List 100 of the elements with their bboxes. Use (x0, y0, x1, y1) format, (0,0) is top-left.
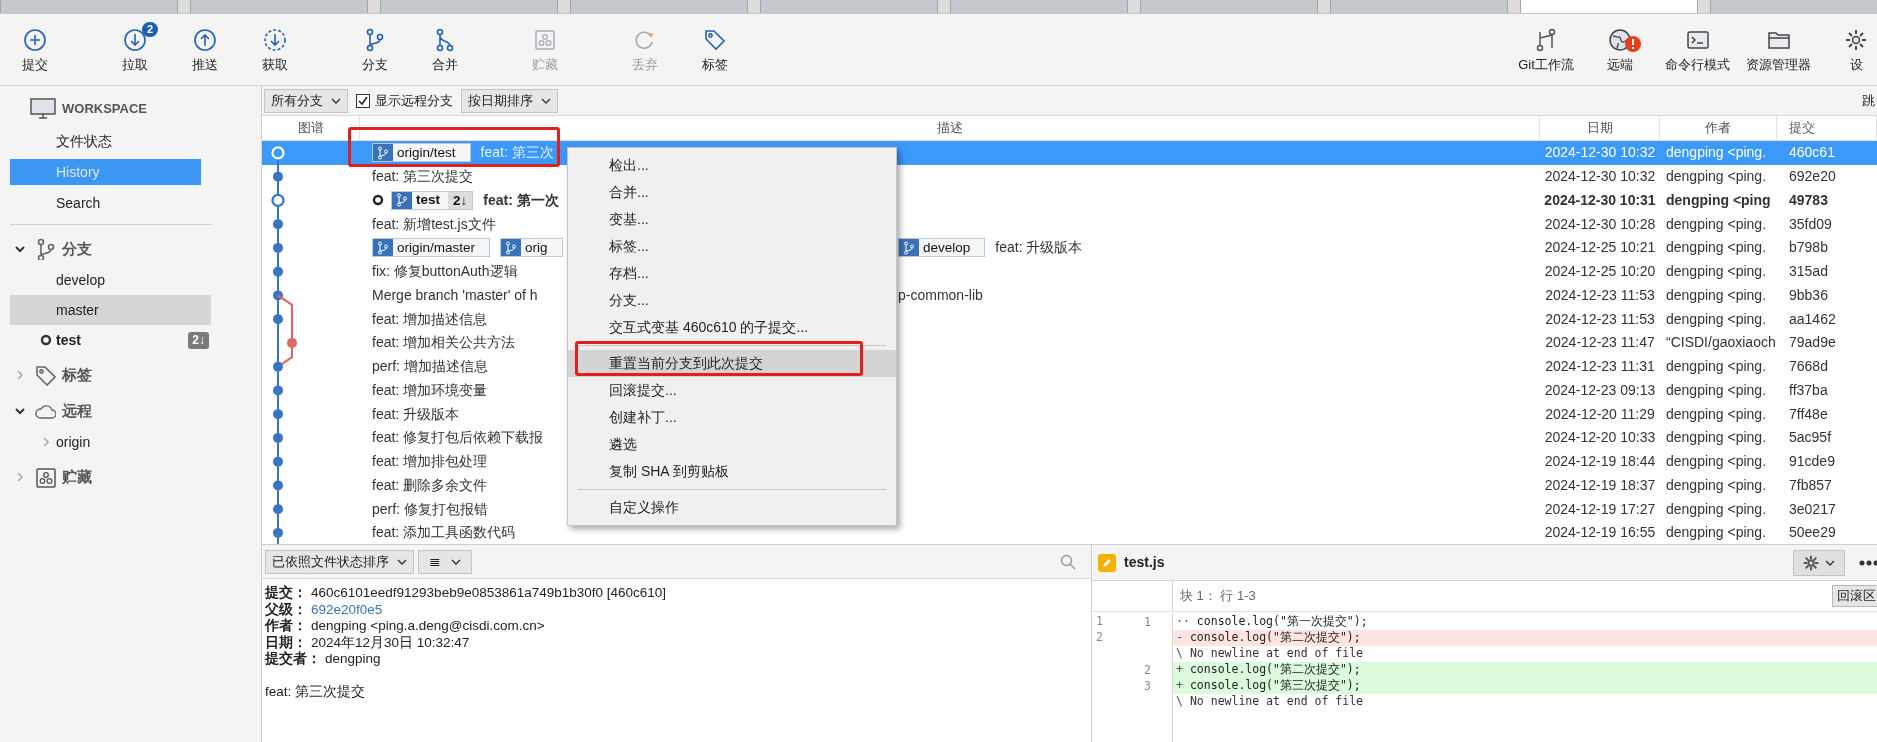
date-cell-text: 2024-12-23 11:53 (1544, 285, 1656, 305)
toolbar-button[interactable]: 合并 (410, 14, 480, 85)
commit-cell-text: 315ad (1788, 262, 1829, 282)
commit-cell-text: 7668d (1788, 357, 1829, 377)
count-badge: 2↓ (448, 191, 473, 209)
sidebar-item[interactable]: origin (10, 427, 211, 457)
pencil-icon (1098, 553, 1116, 572)
sidebar-item[interactable]: develop (10, 265, 211, 295)
window-tab[interactable] (1330, 0, 1508, 13)
toolbar-button[interactable]: 提交 (0, 14, 70, 85)
current-branch-icon (372, 194, 384, 207)
menu-item[interactable]: 存档... (568, 260, 896, 287)
window-tab[interactable] (1710, 0, 1877, 13)
column-header[interactable]: 图谱 (262, 116, 360, 140)
commit-cell-text: 91cde9 (1788, 452, 1836, 472)
sidebar-item[interactable]: test 2↓ (10, 325, 211, 355)
author-cell-text: dengping <ping. (1665, 475, 1768, 495)
author-cell-text: dengping <ping. (1665, 428, 1768, 448)
branch-name: develop (56, 270, 106, 290)
commit-message: feat: 增加描述信息 (372, 309, 488, 329)
menu-item[interactable]: 变基... (568, 206, 896, 233)
file-name: test.js (1124, 553, 1165, 572)
parent-commit-link[interactable]: 692e20f0e5 (311, 601, 383, 618)
menu-item[interactable]: 重置当前分支到此次提交 (568, 350, 896, 377)
author-cell-text: dengping <ping. (1665, 357, 1768, 377)
sidebar-item[interactable]: 文件状态 (10, 128, 201, 154)
toolbar-button[interactable]: Git工作流 (1511, 14, 1581, 85)
commit-message: feat: 升级版本 (372, 404, 460, 424)
caret-icon (1825, 559, 1835, 566)
commit-cell-text: ff37ba (1788, 380, 1829, 400)
line-number: 1 (1130, 614, 1173, 630)
window-tab[interactable] (570, 0, 748, 13)
commit-message: feat: 第三次提交 (265, 683, 367, 700)
menu-item[interactable]: 自定义操作 (568, 494, 896, 521)
toolbar-button[interactable]: 设 (1821, 14, 1877, 85)
remote-branches-checkbox[interactable]: 显示远程分支 (356, 90, 453, 111)
field-value: dengping <ping.a.deng@cisdi.com.cn> (311, 618, 545, 635)
settings-dropdown[interactable] (1793, 549, 1845, 576)
author-cell-text: dengping <ping. (1665, 523, 1768, 543)
menu-item[interactable]: 合并... (568, 179, 896, 206)
field-label: 提交： (265, 585, 307, 602)
branch-icon (392, 191, 412, 209)
commit-message: feat: 删除多余文件 (372, 475, 488, 495)
column-header[interactable]: 作者 (1660, 116, 1777, 140)
window-tab[interactable] (380, 0, 558, 13)
sidebar-item[interactable]: master (10, 295, 211, 325)
branch-tag: test 2↓ (391, 190, 474, 210)
toolbar-button[interactable]: 资源管理器 (1740, 14, 1817, 85)
stash-icon (34, 466, 56, 488)
window-tab[interactable] (950, 0, 1128, 13)
menu-item[interactable]: 复制 SHA 到剪贴板 (568, 458, 896, 485)
menu-item[interactable]: 标签... (568, 233, 896, 260)
date-cell-text: 2024-12-23 11:53 (1544, 309, 1656, 329)
window-tab[interactable] (1140, 0, 1318, 13)
column-header[interactable]: 日期 (1540, 116, 1660, 140)
current-branch-icon (40, 334, 52, 346)
toolbar-button[interactable]: 命令行模式 (1659, 14, 1736, 85)
sort-dropdown[interactable]: 已依照文件状态排序 (265, 549, 414, 574)
toolbar-button[interactable]: 标签 (680, 14, 750, 85)
jump-link[interactable]: 跳 (1862, 90, 1875, 111)
branch-icon (373, 144, 393, 162)
view-dropdown[interactable]: ≣ (418, 549, 472, 574)
window-tab[interactable] (0, 0, 178, 13)
column-header[interactable]: 描述 (360, 116, 1540, 140)
commit-cell-text: 7fb857 (1788, 475, 1833, 495)
branch-dropdown[interactable]: 所有分支 (264, 88, 348, 113)
menu-item[interactable]: 分支... (568, 287, 896, 314)
flow-icon (1534, 28, 1558, 52)
toolbar-button[interactable]: 推送 (170, 14, 240, 85)
caret-icon (331, 97, 341, 104)
commit-cell-text: 3e0217 (1788, 499, 1837, 519)
window-tab[interactable] (760, 0, 938, 13)
search-icon (1060, 553, 1076, 570)
toolbar-button[interactable]: 拉取 2 (100, 14, 170, 85)
terminal-icon (1685, 28, 1710, 52)
toolbar-button[interactable]: 获取 (240, 14, 310, 85)
commit-cell-text: 35fd09 (1788, 214, 1833, 234)
commit-message: perf: 修复打包报错 (372, 499, 488, 519)
menu-item[interactable]: 创建补丁... (568, 404, 896, 431)
column-header[interactable]: 提交 (1777, 116, 1877, 140)
window-tab[interactable] (1520, 0, 1698, 13)
menu-item[interactable]: 回滚提交... (568, 377, 896, 404)
sidebar-item[interactable]: Search (10, 190, 201, 216)
toolbar-button[interactable]: 分支 (340, 14, 410, 85)
revert-hunk-button[interactable]: 回滚区 (1832, 585, 1877, 607)
sort-dropdown[interactable]: 按日期排序 (461, 88, 558, 113)
arrow-down-icon (123, 28, 147, 52)
commit-message: feat: 增加相关公共方法 (372, 333, 516, 353)
tag-icon (703, 28, 727, 52)
commit-cell-text: 49783 (1788, 190, 1829, 210)
menu-item[interactable]: 遴选 (568, 431, 896, 458)
caret-icon (541, 97, 551, 104)
stash-icon (533, 28, 557, 52)
commit-cell-text: 692e20 (1788, 167, 1837, 187)
field-label: 日期： (265, 634, 307, 651)
window-tab[interactable] (190, 0, 368, 13)
diff-line: ·· console.log("第一次提交"); (1175, 614, 1369, 630)
toolbar-button[interactable]: 远端 (1585, 14, 1655, 85)
menu-item[interactable]: 交互式变基 460c610 的子提交... (568, 314, 896, 341)
date-cell-text: 2024-12-30 10:31 (1543, 190, 1657, 210)
